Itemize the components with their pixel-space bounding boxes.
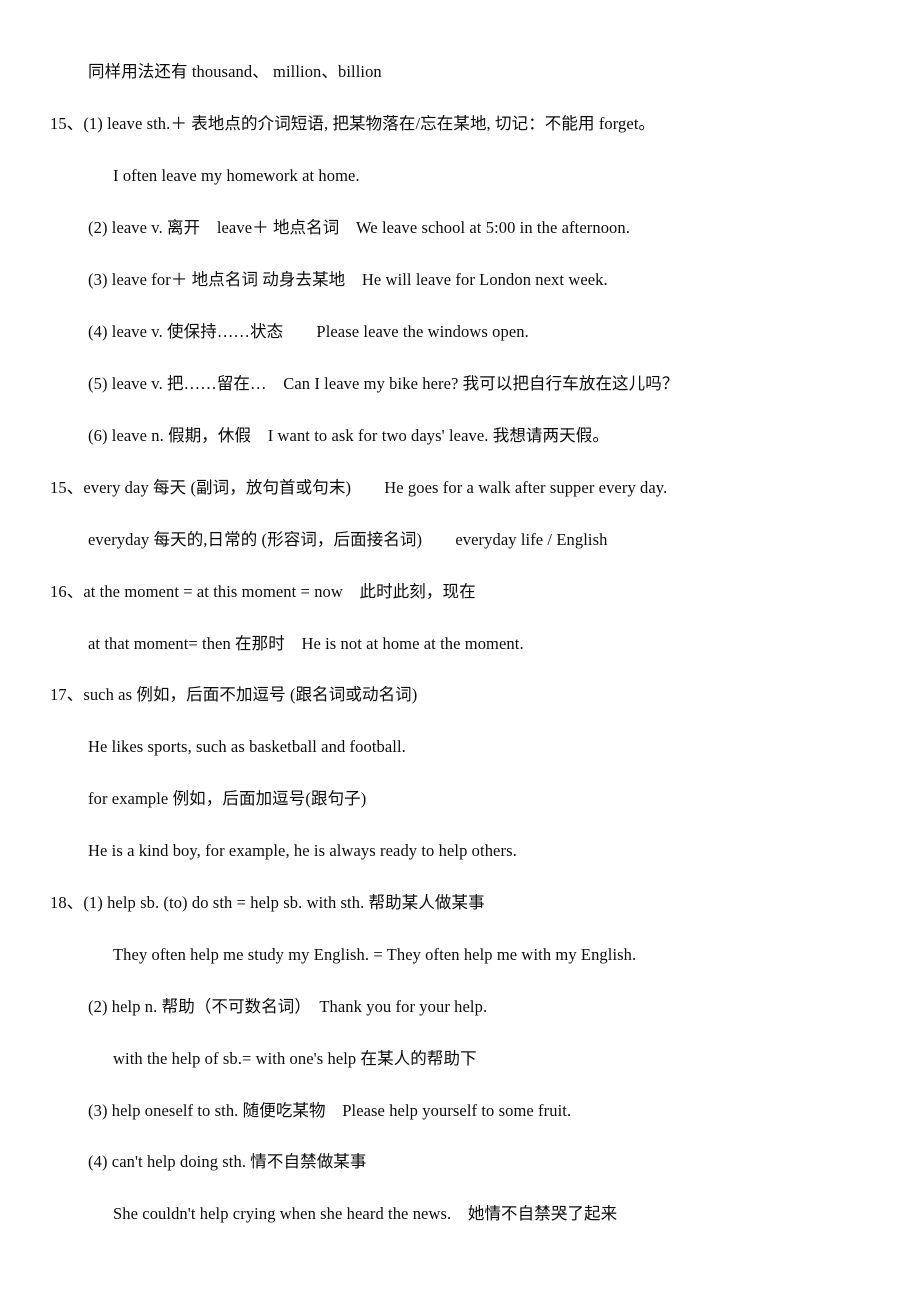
- note-line: (2) leave v. 离开 leave＋ 地点名词 We leave sch…: [88, 218, 630, 238]
- note-line: He is a kind boy, for example, he is alw…: [88, 841, 517, 861]
- note-line-text: (4) leave v. 使保持……状态 Please leave the wi…: [88, 322, 529, 341]
- note-line: (3) help oneself to sth. 随便吃某物 Please he…: [88, 1101, 571, 1121]
- note-line-text: with the help of sb.= with one's help 在某…: [113, 1049, 477, 1068]
- note-line-text: (2) help n. 帮助（不可数名词） Thank you for your…: [88, 997, 488, 1016]
- note-line: She couldn't help crying when she heard …: [113, 1204, 617, 1224]
- note-line: (4) leave v. 使保持……状态 Please leave the wi…: [88, 322, 529, 342]
- note-line-text: (3) help oneself to sth. 随便吃某物 Please he…: [88, 1101, 572, 1120]
- note-line: 15、(1) leave sth.＋ 表地点的介词短语, 把某物落在/忘在某地,…: [50, 114, 655, 134]
- note-line: (2) help n. 帮助（不可数名词） Thank you for your…: [88, 997, 487, 1017]
- note-line-text: (2) leave v. 离开 leave＋ 地点名词 We leave sch…: [88, 218, 630, 237]
- note-line: with the help of sb.= with one's help 在某…: [113, 1049, 477, 1069]
- note-line-text: every day 每天 (副词，放句首或句末) He goes for a w…: [83, 478, 668, 497]
- note-line-text: (1) leave sth.＋ 表地点的介词短语, 把某物落在/忘在某地, 切记…: [83, 114, 656, 133]
- note-line-text: 同样用法还有 thousand、 million、billion: [88, 62, 382, 81]
- note-line-text: (6) leave n. 假期，休假 I want to ask for two…: [88, 426, 609, 445]
- note-line: everyday 每天的,日常的 (形容词，后面接名词) everyday li…: [88, 530, 607, 550]
- note-line-text: (4) can't help doing sth. 情不自禁做某事: [88, 1152, 367, 1171]
- note-line-text: such as 例如，后面不加逗号 (跟名词或动名词): [83, 685, 418, 704]
- note-line-text: He is a kind boy, for example, he is alw…: [88, 841, 517, 860]
- note-line-text: I often leave my homework at home.: [113, 166, 360, 185]
- note-line-number: 15、: [50, 114, 84, 133]
- note-line-text: everyday 每天的,日常的 (形容词，后面接名词) everyday li…: [88, 530, 608, 549]
- note-line-text: They often help me study my English. = T…: [113, 945, 637, 964]
- note-line: 16、at the moment = at this moment = now …: [50, 582, 476, 602]
- note-line: (3) leave for＋ 地点名词 动身去某地 He will leave …: [88, 270, 608, 290]
- note-line: He likes sports, such as basketball and …: [88, 737, 406, 757]
- note-line: at that moment= then 在那时 He is not at ho…: [88, 634, 524, 654]
- note-line: (6) leave n. 假期，休假 I want to ask for two…: [88, 426, 609, 446]
- note-line: (4) can't help doing sth. 情不自禁做某事: [88, 1152, 367, 1172]
- document-page: 同样用法还有 thousand、 million、billion 15、(1) l…: [0, 0, 920, 1303]
- note-line-text: (3) leave for＋ 地点名词 动身去某地 He will leave …: [88, 270, 608, 289]
- note-line-text: at that moment= then 在那时 He is not at ho…: [88, 634, 524, 653]
- note-line-text: He likes sports, such as basketball and …: [88, 737, 406, 756]
- note-line: I often leave my homework at home.: [113, 166, 360, 186]
- note-line: 同样用法还有 thousand、 million、billion: [88, 62, 382, 82]
- note-line-number: 15、: [50, 478, 84, 497]
- note-line: 15、every day 每天 (副词，放句首或句末) He goes for …: [50, 478, 667, 498]
- note-line-number: 17、: [50, 685, 84, 704]
- note-line-text: (1) help sb. (to) do sth = help sb. with…: [83, 893, 485, 912]
- note-line: for example 例如，后面加逗号(跟句子): [88, 789, 366, 809]
- note-line-text: She couldn't help crying when she heard …: [113, 1204, 618, 1223]
- note-line: (5) leave v. 把……留在… Can I leave my bike …: [88, 374, 678, 394]
- note-line-text: for example 例如，后面加逗号(跟句子): [88, 789, 367, 808]
- note-line: 17、such as 例如，后面不加逗号 (跟名词或动名词): [50, 685, 417, 705]
- note-line: They often help me study my English. = T…: [113, 945, 636, 965]
- note-line-text: at the moment = at this moment = now 此时此…: [83, 582, 476, 601]
- note-line-number: 18、: [50, 893, 84, 912]
- note-line-number: 16、: [50, 582, 84, 601]
- note-line: 18、(1) help sb. (to) do sth = help sb. w…: [50, 893, 485, 913]
- note-line-text: (5) leave v. 把……留在… Can I leave my bike …: [88, 374, 679, 393]
